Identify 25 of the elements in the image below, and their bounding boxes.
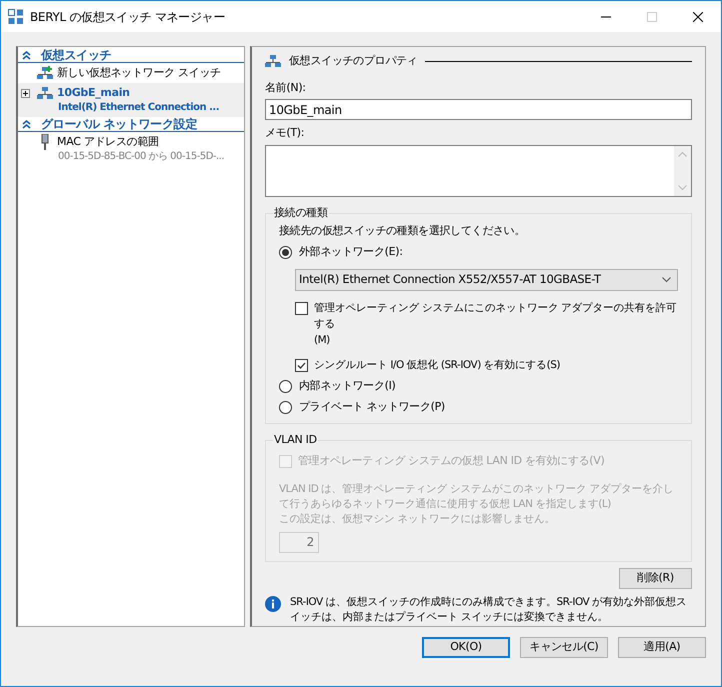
item-label: MAC アドレスの範囲	[57, 134, 159, 150]
item-label: 10GbE_main	[57, 84, 130, 101]
item-detail: 00-15-5D-85-BC-00 から 00-15-5D-...	[58, 150, 224, 164]
item-detail: Intel(R) Ethernet Connection ...	[58, 101, 219, 115]
adapter-dropdown[interactable]: Intel(R) Ethernet Connection X552/X557-AT 10GBASE-T	[295, 269, 678, 291]
delete-button[interactable]: 削除(R)	[619, 568, 692, 588]
item-label: 新しい仮想ネットワーク スイッチ	[57, 64, 221, 81]
dialog-button[interactable]: 適用(A)	[618, 637, 706, 658]
option-label[interactable]: プライベート ネットワーク(P)	[299, 398, 445, 416]
field-label: 名前(N):	[265, 80, 307, 96]
checkbox-label[interactable]: 管理オペレーティング システムにこのネットワーク アダプターの共有を許可する (M)	[314, 300, 678, 348]
description-text: VLAN ID は、管理オペレーティング システムがこのネットワーク アダプターを介して行うあらゆるネットワーク通信に使用する仮想 LAN を指定します(L)	[279, 482, 674, 512]
panel-title: 仮想スイッチのプロパティ	[289, 52, 418, 69]
sidebar-item[interactable]: 10GbE_main Intel(R) Ethernet Connection ...	[18, 83, 244, 117]
dialog-button[interactable]: キャンセル(C)	[520, 637, 608, 658]
description-text: この設定は、仮想マシン ネットワークには影響しません。	[279, 512, 556, 526]
checkbox-label[interactable]: シングルルート I/O 仮想化 (SR-IOV) を有効にする(S)	[314, 357, 560, 373]
name-field[interactable]: 10GbE_main	[265, 99, 692, 120]
instruction-text: 接続先の仮想スイッチの種類を選択してください。	[279, 223, 526, 239]
info-text: SR-IOV は、仮想スイッチの作成時にのみ構成できます。SR-IOV が有効な外部仮想スイッチは、内部またはプライベート スイッチには変換できません。	[290, 594, 688, 624]
option-label[interactable]: 外部ネットワーク(E):	[299, 244, 403, 260]
field-label: メモ(T):	[265, 125, 306, 141]
window-title: BERYL の仮想スイッチ マネージャー	[30, 8, 226, 26]
dialog-button[interactable]: OK(O)	[422, 637, 510, 658]
option-label[interactable]: 内部ネットワーク(I)	[299, 378, 396, 394]
